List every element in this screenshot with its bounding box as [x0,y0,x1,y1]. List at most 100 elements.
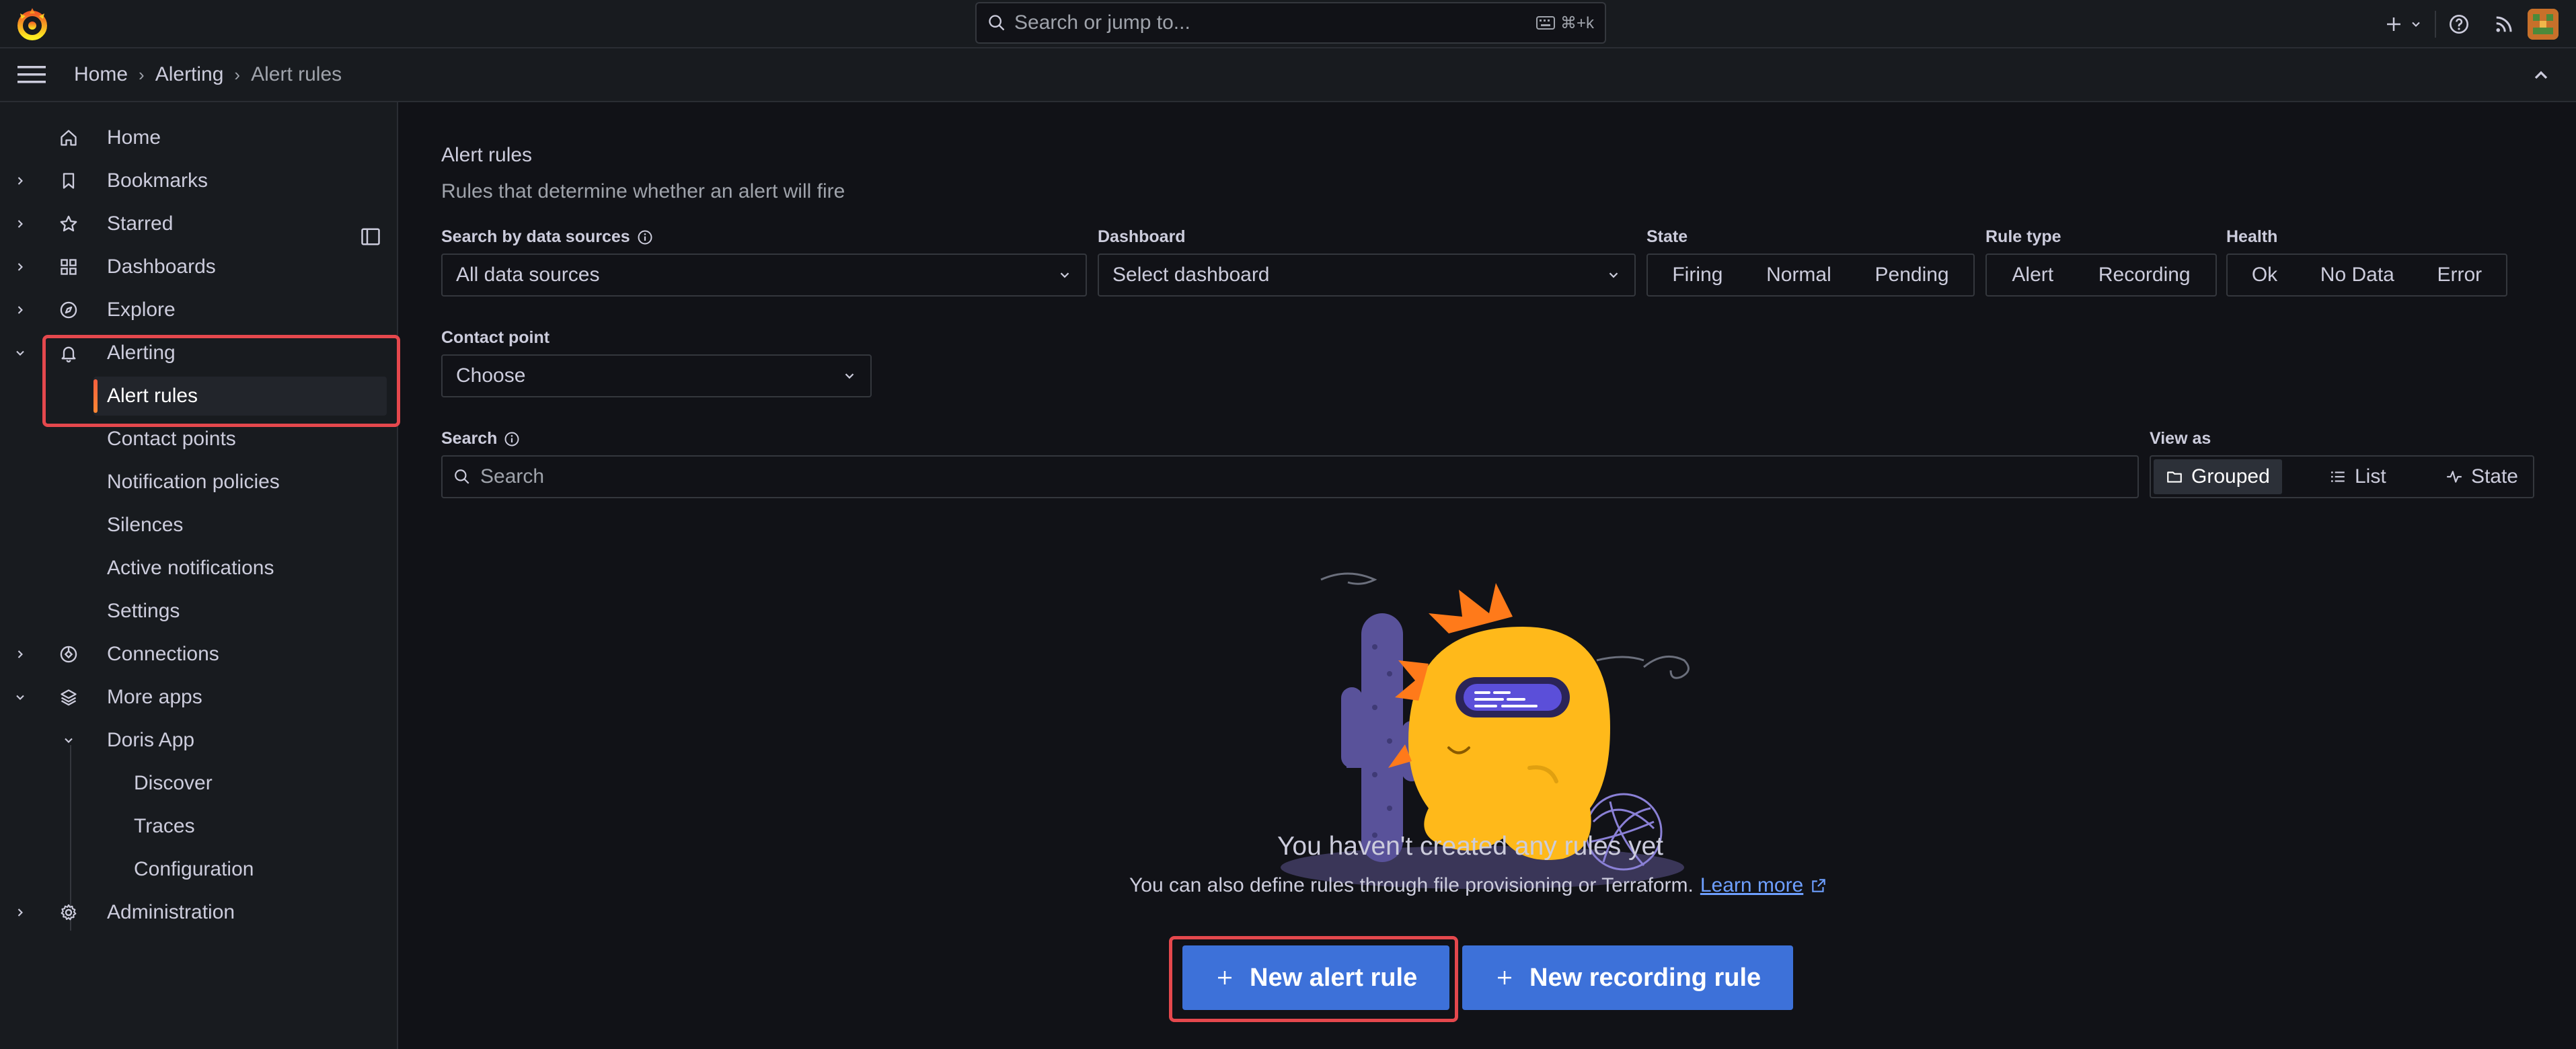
breadcrumb-separator: › [139,64,145,85]
menu-toggle-icon[interactable] [17,65,46,85]
sidebar-item-bookmarks[interactable]: Bookmarks [0,161,397,200]
search-icon [987,13,1006,32]
health-option-error[interactable]: Error [2425,258,2495,293]
sidebar-item-configuration[interactable]: Configuration [0,850,397,889]
datasource-select[interactable]: All data sources [441,254,1087,297]
sidebar-item-label: Configuration [134,858,254,880]
top-right-actions [2384,0,2576,48]
info-icon[interactable] [504,431,520,447]
sidebar-item-label: More apps [107,686,202,708]
sidebar-item-contact-points[interactable]: Contact points [0,420,397,459]
help-button[interactable] [2448,4,2470,44]
rss-icon [2494,14,2514,34]
view-as-label: View as [2150,429,2211,449]
dashboard-filter-label-text: Dashboard [1098,227,1186,246]
breadcrumb-home[interactable]: Home [74,63,128,86]
sidebar-item-label: Explore [107,299,176,321]
page-title: Alert rules [441,144,533,166]
chevron-right-icon[interactable] [13,260,27,274]
chevron-down-icon[interactable] [62,734,75,747]
layers-icon [59,688,78,707]
state-option-firing[interactable]: Firing [1660,258,1735,293]
empty-state-subtitle: You can also define rules through file p… [1129,874,1827,897]
health-option-nodata[interactable]: No Data [2308,258,2407,293]
chevron-down-icon[interactable] [13,691,27,704]
chevron-up-icon[interactable] [2530,65,2552,86]
state-option-pending[interactable]: Pending [1863,258,1961,293]
chevron-right-icon[interactable] [13,303,27,317]
connections-icon [59,645,78,664]
chevron-right-icon[interactable] [13,648,27,661]
dashboards-icon [59,258,78,276]
state-filter-label: State [1646,227,1688,247]
contact-point-select[interactable]: Choose [441,354,872,397]
view-option-grouped[interactable]: Grouped [2154,459,2282,494]
contact-point-select-value: Choose [456,364,526,387]
plus-icon [2384,14,2404,34]
state-filter-label-text: State [1646,227,1688,246]
sidebar-item-notification-policies[interactable]: Notification policies [0,463,397,502]
state-option-normal[interactable]: Normal [1754,258,1844,293]
sidebar-item-label: Administration [107,901,235,923]
new-recording-rule-button[interactable]: New recording rule [1462,945,1794,1010]
user-avatar[interactable] [2528,9,2559,40]
datasource-select-value: All data sources [456,264,600,286]
sidebar-item-label: Contact points [107,428,236,450]
ruletype-option-recording[interactable]: Recording [2086,258,2203,293]
sidebar-item-label: Alert rules [107,385,198,407]
sidebar-item-label: Dashboards [107,256,216,278]
plus-icon [1494,968,1515,988]
sidebar-item-active-notifications[interactable]: Active notifications [0,549,397,588]
dashboard-select[interactable]: Select dashboard [1098,254,1636,297]
breadcrumb-separator: › [234,64,241,85]
top-bar: Search or jump to... ⌘+k [0,0,2576,48]
contact-point-label-text: Contact point [441,328,550,347]
home-icon [59,128,78,147]
sidebar-item-home[interactable]: Home [0,118,397,157]
divider [2435,11,2436,38]
datasource-filter-label-text: Search by data sources [441,227,630,246]
gear-icon [59,903,78,922]
search-icon [453,468,471,485]
sidebar-item-alert-rules[interactable]: Alert rules [93,377,387,416]
view-option-list-label: List [2355,465,2386,488]
new-menu-button[interactable] [2384,4,2423,44]
health-option-ok[interactable]: Ok [2240,258,2289,293]
info-icon[interactable] [637,229,653,245]
new-alert-rule-button[interactable]: New alert rule [1182,945,1450,1010]
chevron-right-icon[interactable] [13,217,27,231]
chevron-down-icon[interactable] [13,346,27,360]
view-option-state[interactable]: State [2433,459,2530,494]
sidebar-item-starred[interactable]: Starred [0,204,397,243]
sidebar-item-discover[interactable]: Discover [0,764,397,803]
sidebar-item-alerting[interactable]: Alerting [0,334,397,373]
ruletype-option-alert[interactable]: Alert [2000,258,2066,293]
heartbeat-icon [2446,468,2463,485]
view-option-list[interactable]: List [2317,459,2398,494]
news-button[interactable] [2494,4,2514,44]
sidebar-item-administration[interactable]: Administration [0,893,397,932]
sidebar-item-doris-app[interactable]: Doris App [0,721,397,760]
learn-more-link[interactable]: Learn more [1700,874,1803,897]
chevron-right-icon[interactable] [13,174,27,188]
rules-search-placeholder: Search [480,465,545,488]
sidebar-item-silences[interactable]: Silences [0,506,397,545]
plus-icon [1215,968,1235,988]
sidebar-item-dashboards[interactable]: Dashboards [0,247,397,286]
sidebar-item-connections[interactable]: Connections [0,635,397,674]
sidebar-item-traces[interactable]: Traces [0,807,397,846]
sidebar-item-label: Traces [134,815,195,837]
sidebar-item-label: Settings [107,600,180,622]
grafana-logo-icon[interactable] [15,7,50,42]
sidebar-item-more-apps[interactable]: More apps [0,678,397,717]
chevron-right-icon[interactable] [13,906,27,919]
view-option-grouped-label: Grouped [2191,465,2270,488]
breadcrumb-alerting[interactable]: Alerting [155,63,224,86]
breadcrumb-alert-rules: Alert rules [251,63,342,85]
sidebar-item-settings[interactable]: Settings [0,592,397,631]
chevron-down-icon [1057,268,1072,282]
global-search-input[interactable]: Search or jump to... ⌘+k [975,2,1606,44]
sidebar-item-explore[interactable]: Explore [0,290,397,329]
external-link-icon[interactable] [1810,877,1827,894]
rules-search-input[interactable]: Search [441,455,2139,498]
